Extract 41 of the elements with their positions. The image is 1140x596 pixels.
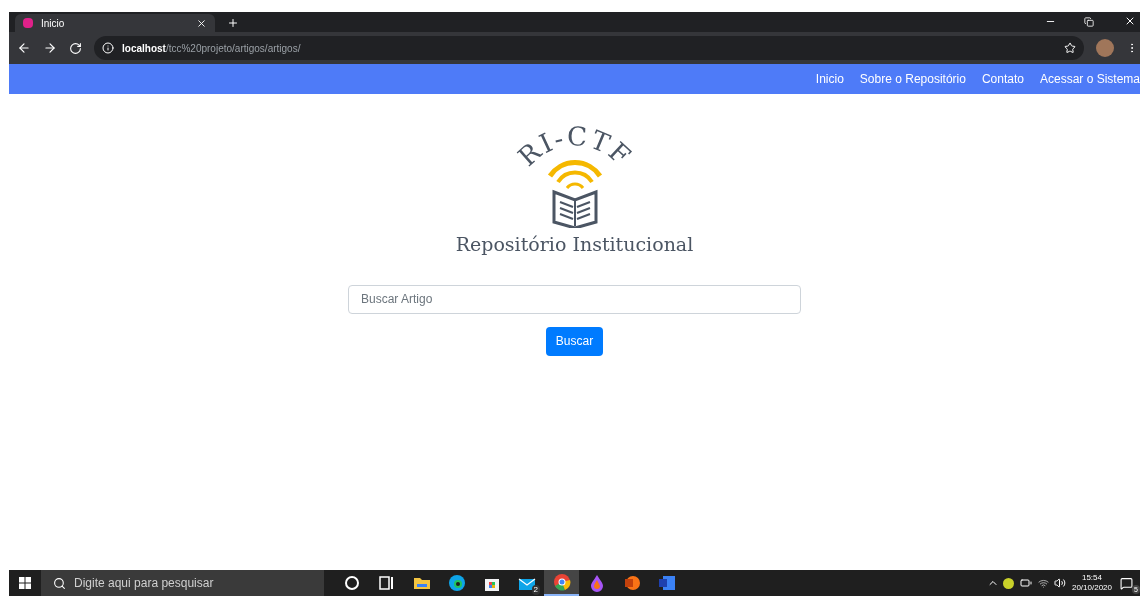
search-button[interactable]: Buscar [545, 326, 604, 356]
document-app-icon[interactable] [657, 574, 676, 592]
browser-tab[interactable]: Inicio [15, 14, 215, 32]
search-icon [53, 576, 66, 590]
favicon-icon [23, 18, 33, 28]
forward-icon[interactable] [43, 41, 57, 55]
bookmark-star-icon[interactable] [1064, 42, 1076, 54]
clock[interactable]: 15:54 20/10/2020 [1071, 573, 1112, 593]
logo-drawing: RI-CTF [499, 118, 650, 228]
site-title: Repositório Institucional [455, 232, 694, 257]
search-field[interactable]: Buscar Artigo [348, 284, 801, 314]
taskbar-button[interactable] [544, 570, 579, 596]
new-tab-icon[interactable] [227, 17, 239, 29]
task-view-icon[interactable] [377, 574, 396, 592]
info-icon [102, 42, 114, 54]
restore-icon[interactable] [1084, 17, 1094, 27]
slides-app-icon[interactable] [622, 574, 641, 592]
back-icon[interactable] [17, 41, 31, 55]
volume-icon[interactable] [1053, 577, 1066, 589]
nav-link[interactable]: Contato [981, 70, 1024, 88]
battery-icon[interactable] [1019, 577, 1032, 589]
profile-avatar[interactable] [1096, 39, 1114, 57]
chrome-icon[interactable] [552, 573, 571, 591]
address-bar[interactable]: localhost/tcc%20projeto/artigos/artigos/ [94, 36, 1084, 60]
taskbar-search-placeholder: Digite aqui para pesquisar [74, 575, 214, 592]
taskbar-button[interactable]: 2 [509, 570, 544, 596]
windows-start-icon[interactable] [19, 577, 31, 589]
wifi-icon[interactable] [1037, 577, 1049, 589]
reload-icon[interactable] [69, 41, 82, 55]
tab-title: Inicio [41, 16, 66, 31]
nav-link[interactable]: Sobre o Repositório [859, 70, 966, 88]
nav-link[interactable]: Acessar o Sistema [1039, 70, 1140, 88]
nav-link[interactable]: Inicio [815, 70, 844, 88]
circle-icon[interactable] [342, 574, 361, 592]
url-text: localhost/tcc%20projeto/artigos/artigos/ [122, 41, 302, 56]
close-icon[interactable] [1124, 15, 1136, 27]
taskbar-search-box[interactable]: Digite aqui para pesquisar [41, 570, 324, 596]
tray-app-icon[interactable] [1002, 577, 1014, 589]
notification-icon [1120, 576, 1133, 590]
badge-count: 2 [531, 585, 540, 595]
close-icon[interactable] [196, 17, 207, 29]
